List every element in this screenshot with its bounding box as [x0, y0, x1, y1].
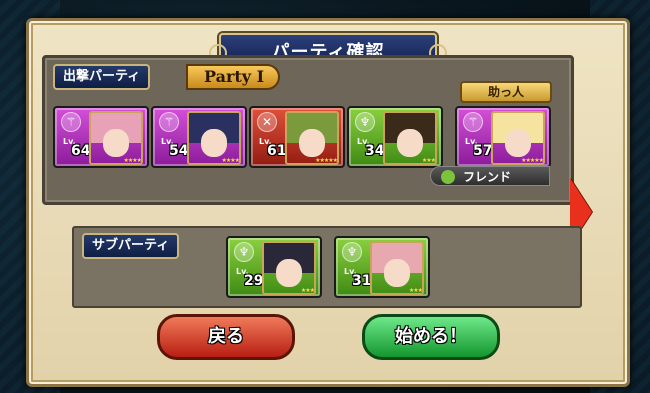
portrait-face: [397, 129, 423, 157]
unit-level: 34: [365, 143, 385, 159]
clover-icon: [441, 170, 455, 184]
sub-party-panel: サブパーティ ♆ Lv. 29 ★★★ ♆ Lv. 31 ★★★: [72, 226, 582, 308]
rarity-stars: ★★★★★: [521, 157, 544, 164]
rarity-stars: ★★★★★: [315, 157, 338, 164]
friend-button-label: フレンド: [463, 170, 512, 184]
unit-level: 64: [71, 143, 91, 159]
portrait-face: [505, 129, 531, 157]
rarity-stars: ★★★★: [123, 157, 141, 164]
portrait-face: [299, 129, 325, 157]
main-party-label: 出撃パーティ: [53, 64, 151, 90]
wings-icon: ♆: [342, 242, 362, 262]
rarity-stars: ★★★★: [221, 157, 239, 164]
unit-card[interactable]: ⚚ Lv. 64 ★★★★: [53, 106, 149, 168]
unit-level: 29: [244, 273, 264, 289]
sub-party-label: サブパーティ: [82, 233, 180, 259]
start-button[interactable]: 始める！: [362, 314, 500, 360]
unit-card[interactable]: ♆ Lv. 34 ★★★: [347, 106, 443, 168]
swords-icon: ✕: [257, 112, 277, 132]
unit-card[interactable]: ♆ Lv. 29 ★★★: [226, 236, 322, 298]
unit-level: 57: [473, 143, 493, 159]
staff-icon: ⚚: [159, 112, 179, 132]
rarity-stars: ★★★: [300, 287, 315, 294]
rarity-stars: ★★★: [421, 157, 436, 164]
unit-level: 61: [267, 143, 287, 159]
unit-card[interactable]: ♆ Lv. 31 ★★★: [334, 236, 430, 298]
portrait-face: [384, 259, 410, 287]
staff-icon: ⚚: [463, 112, 483, 132]
portrait-face: [201, 129, 227, 157]
unit-level: 54: [169, 143, 189, 159]
portrait-face: [103, 129, 129, 157]
wings-icon: ♆: [355, 112, 375, 132]
rarity-stars: ★★★: [408, 287, 423, 294]
unit-card[interactable]: ✕ Lv. 61 ★★★★★: [249, 106, 345, 168]
back-button[interactable]: 戻る: [157, 314, 295, 360]
unit-card[interactable]: ⚚ Lv. 57 ★★★★★: [455, 106, 551, 168]
portrait-face: [276, 259, 302, 287]
wings-icon: ♆: [234, 242, 254, 262]
unit-card[interactable]: ⚚ Lv. 54 ★★★★: [151, 106, 247, 168]
staff-icon: ⚚: [61, 112, 81, 132]
friend-button[interactable]: フレンド: [430, 166, 550, 186]
party-name-tab[interactable]: Party I: [186, 64, 281, 90]
helper-label: 助っ人: [460, 81, 552, 103]
unit-level: 31: [352, 273, 372, 289]
